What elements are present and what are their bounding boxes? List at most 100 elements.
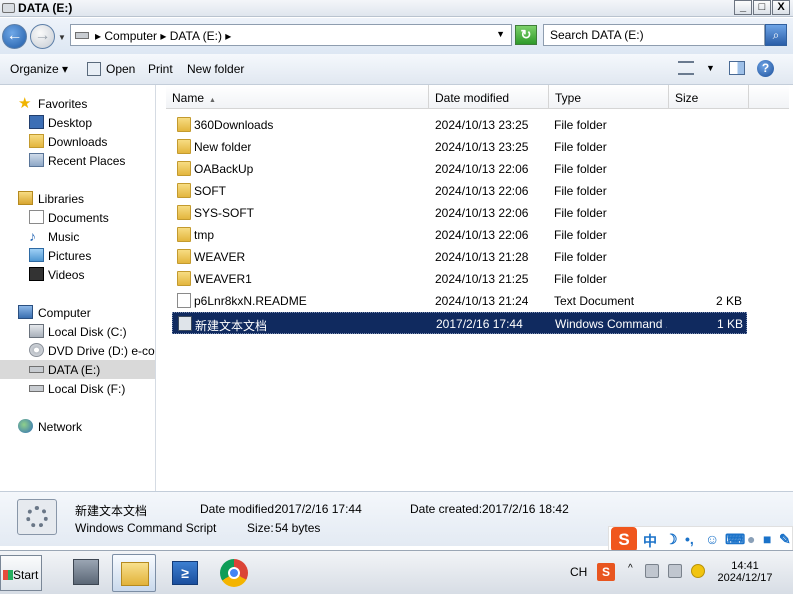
folder-icon: [177, 183, 191, 198]
file-row[interactable]: SYS-SOFT 2024/10/13 22:06 File folder: [172, 202, 747, 224]
ime-mode-button[interactable]: 中: [643, 531, 657, 551]
file-name: tmp: [194, 228, 215, 242]
disk-icon: [29, 324, 44, 338]
file-type: File folder: [554, 272, 607, 286]
nav-recent-places[interactable]: Recent Places: [0, 151, 155, 170]
start-label: Start: [13, 568, 39, 582]
nav-dvd-drive-d[interactable]: DVD Drive (D:) e-colog: [0, 341, 155, 360]
search-icon[interactable]: ⌕: [765, 24, 787, 46]
nav-desktop[interactable]: Desktop: [0, 113, 155, 132]
file-row[interactable]: New folder 2024/10/13 23:25 File folder: [172, 136, 747, 158]
view-options-icon[interactable]: [678, 61, 694, 75]
print-button[interactable]: Print: [148, 62, 173, 76]
file-date-modified: 2017/2/16 17:44: [436, 317, 523, 331]
preview-pane-icon[interactable]: [729, 61, 745, 75]
file-row[interactable]: OABackUp 2024/10/13 22:06 File folder: [172, 158, 747, 180]
file-type: File folder: [554, 140, 607, 154]
nav-local-disk-f[interactable]: Local Disk (F:): [0, 379, 155, 398]
column-label: Name: [172, 91, 205, 105]
breadcrumb[interactable]: ▸ Computer ▸ DATA (E:) ▸: [95, 29, 231, 43]
sogou-logo-icon[interactable]: S: [611, 527, 637, 552]
computer-icon: [18, 305, 33, 319]
address-dropdown-icon[interactable]: ▼: [496, 29, 505, 39]
skin-icon[interactable]: ■: [763, 531, 771, 547]
emoji-icon[interactable]: ☺: [705, 531, 719, 547]
explorer-button[interactable]: [112, 554, 156, 592]
nav-label: Local Disk (C:): [48, 325, 127, 339]
column-header-name[interactable]: Name ▲: [166, 85, 429, 109]
file-row[interactable]: SOFT 2024/10/13 22:06 File folder: [172, 180, 747, 202]
file-name: 新建文本文档: [195, 319, 268, 333]
desktop-icon: [29, 115, 44, 129]
nav-pictures[interactable]: Pictures: [0, 246, 155, 265]
refresh-button[interactable]: ↻: [515, 25, 537, 45]
maximize-button[interactable]: □: [753, 0, 771, 15]
app-tray-icon[interactable]: [691, 564, 705, 578]
show-hidden-icons-button[interactable]: ^: [628, 563, 633, 574]
folder-icon: [121, 562, 149, 586]
recent-pages-dropdown[interactable]: ▼: [58, 33, 66, 42]
open-button[interactable]: Open: [106, 62, 135, 76]
nav-documents[interactable]: Documents: [0, 208, 155, 227]
nav-data-e[interactable]: DATA (E:): [0, 360, 155, 379]
server-manager-button[interactable]: [64, 554, 108, 592]
column-header-type[interactable]: Type: [549, 85, 669, 109]
sogou-tray-icon[interactable]: S: [597, 563, 615, 581]
powershell-button[interactable]: ≥: [163, 554, 207, 592]
window-title: DATA (E:): [18, 1, 73, 15]
back-button[interactable]: ←: [2, 24, 27, 49]
downloads-icon: [29, 134, 44, 148]
nav-local-disk-c[interactable]: Local Disk (C:): [0, 322, 155, 341]
settings-wrench-icon[interactable]: ✎: [779, 531, 791, 548]
network-tray-icon[interactable]: [668, 564, 682, 578]
nav-label: DATA (E:): [48, 363, 101, 377]
help-icon[interactable]: ?: [757, 60, 774, 77]
punctuation-icon[interactable]: •,: [685, 531, 694, 547]
column-header-date[interactable]: Date modified: [429, 85, 549, 109]
nav-libraries[interactable]: Libraries: [0, 189, 155, 208]
column-header-size[interactable]: Size: [669, 85, 749, 109]
windows-flag-icon: [3, 570, 13, 580]
nav-computer[interactable]: Computer: [0, 303, 155, 322]
nav-network[interactable]: Network: [0, 417, 155, 436]
nav-label: Pictures: [48, 249, 92, 263]
close-button[interactable]: X: [772, 0, 790, 15]
volume-icon[interactable]: [645, 564, 659, 578]
details-filename: 新建文本文档: [75, 504, 148, 518]
nav-favorites[interactable]: ★ Favorites: [0, 94, 155, 113]
file-row[interactable]: WEAVER1 2024/10/13 21:25 File folder: [172, 268, 747, 290]
user-icon[interactable]: ●: [747, 531, 755, 547]
file-date-modified: 2024/10/13 23:25: [435, 118, 529, 132]
language-indicator[interactable]: CH: [570, 565, 587, 579]
file-row[interactable]: 新建文本文档 2017/2/16 17:44 Windows Command ...…: [172, 312, 747, 334]
address-box[interactable]: ▸ Computer ▸ DATA (E:) ▸ ▼: [70, 24, 512, 46]
file-date-modified: 2024/10/13 22:06: [435, 206, 529, 220]
forward-button[interactable]: →: [30, 24, 55, 49]
file-type: File folder: [554, 228, 607, 242]
clock[interactable]: 14:41 2024/12/17: [712, 560, 778, 584]
file-row[interactable]: tmp 2024/10/13 22:06 File folder: [172, 224, 747, 246]
nav-label: Network: [38, 420, 83, 434]
nav-downloads[interactable]: Downloads: [0, 132, 155, 151]
nav-music[interactable]: ♪ Music: [0, 227, 155, 246]
start-button[interactable]: Start: [0, 555, 42, 591]
file-row[interactable]: WEAVER 2024/10/13 21:28 File folder: [172, 246, 747, 268]
chrome-button[interactable]: [212, 554, 256, 592]
file-date-modified: 2024/10/13 22:06: [435, 228, 529, 242]
nav-videos[interactable]: Videos: [0, 265, 155, 284]
file-type: File folder: [554, 206, 607, 220]
details-created-label: Date created:: [410, 502, 483, 516]
file-row[interactable]: p6Lnr8kxN.README 2024/10/13 21:24 Text Doc…: [172, 290, 747, 312]
file-row[interactable]: 360Downloads 2024/10/13 23:25 File folder: [172, 114, 747, 136]
search-input[interactable]: Search DATA (E:): [543, 24, 765, 46]
keyboard-icon[interactable]: ⌨: [725, 531, 745, 548]
new-folder-button[interactable]: New folder: [187, 62, 244, 76]
file-name: SOFT: [194, 184, 226, 198]
nav-label: Favorites: [38, 97, 88, 111]
details-modified-label: Date modified:: [200, 502, 278, 516]
view-dropdown-icon[interactable]: ▼: [706, 63, 722, 77]
moon-icon[interactable]: ☽: [665, 531, 678, 548]
organize-button[interactable]: Organize ▾: [10, 62, 68, 76]
minimize-button[interactable]: _: [734, 0, 752, 15]
folder-icon: [177, 249, 191, 264]
